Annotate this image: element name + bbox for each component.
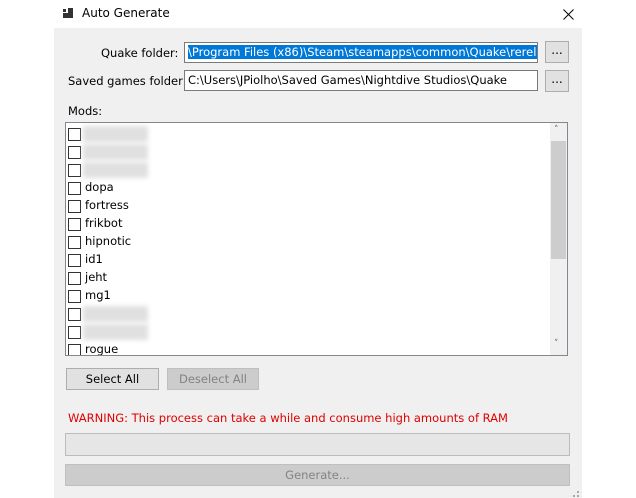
redacted-label	[83, 306, 148, 322]
warning-text: WARNING: This process can take a while a…	[68, 411, 508, 425]
app-icon	[63, 8, 73, 18]
window-title: Auto Generate	[82, 6, 170, 20]
mod-checkbox[interactable]	[68, 182, 81, 195]
quake-folder-value: \Program Files (x86)\Steam\steamapps\com…	[188, 45, 537, 59]
mod-checkbox[interactable]	[68, 344, 81, 355]
saved-games-folder-value: C:\Users\JPiolho\Saved Games\Nightdive S…	[188, 73, 507, 87]
mod-checkbox[interactable]	[68, 218, 81, 231]
mod-item[interactable]: frikbot	[66, 215, 552, 233]
mod-checkbox[interactable]	[68, 254, 81, 267]
select-all-button[interactable]: Select All	[66, 368, 159, 390]
mod-checkbox[interactable]	[68, 308, 81, 321]
mods-checklist[interactable]: dopa fortress frikbot hipnotic id1 jeht mg1 rog…	[65, 122, 568, 356]
scroll-thumb[interactable]	[551, 141, 566, 259]
mod-checkbox[interactable]	[68, 236, 81, 249]
redacted-label	[83, 144, 148, 160]
mod-label: dopa	[85, 180, 114, 194]
quake-folder-input[interactable]: \Program Files (x86)\Steam\steamapps\com…	[184, 42, 538, 63]
saved-games-folder-browse-button[interactable]: ...	[545, 70, 569, 92]
mod-item[interactable]	[66, 143, 552, 161]
mod-item[interactable]	[66, 323, 552, 341]
mod-label: mg1	[85, 288, 111, 302]
mod-item[interactable]	[66, 305, 552, 323]
saved-games-folder-label: Saved games folder:	[68, 74, 187, 88]
mod-item[interactable]	[66, 125, 552, 143]
mod-checkbox[interactable]	[68, 326, 81, 339]
dialog-body: Quake folder: \Program Files (x86)\Steam…	[54, 28, 582, 498]
mod-label: id1	[85, 252, 103, 266]
mod-item[interactable]: id1	[66, 251, 552, 269]
quake-folder-label: Quake folder:	[101, 46, 179, 60]
mod-item[interactable]: jeht	[66, 269, 552, 287]
mod-item[interactable]: rogue	[66, 341, 552, 356]
mod-item[interactable]: hipnotic	[66, 233, 552, 251]
close-button[interactable]	[546, 0, 590, 28]
resize-grip-icon[interactable]	[568, 486, 580, 498]
saved-games-folder-input[interactable]: C:\Users\JPiolho\Saved Games\Nightdive S…	[184, 70, 538, 91]
mod-label: fortress	[85, 198, 129, 212]
redacted-label	[83, 162, 148, 178]
generate-button[interactable]: Generate...	[65, 464, 570, 486]
mod-checkbox[interactable]	[68, 128, 81, 141]
redacted-label	[83, 324, 148, 340]
close-icon	[562, 8, 574, 20]
mod-checkbox[interactable]	[68, 290, 81, 303]
mod-item[interactable]: dopa	[66, 179, 552, 197]
mods-label: Mods:	[68, 104, 103, 118]
scroll-down-icon[interactable]: ˅	[554, 339, 559, 349]
mod-item[interactable]	[66, 161, 552, 179]
quake-folder-browse-button[interactable]: ...	[545, 41, 569, 63]
mod-checkbox[interactable]	[68, 146, 81, 159]
mod-label: hipnotic	[85, 234, 132, 248]
mod-checkbox[interactable]	[68, 200, 81, 213]
redacted-label	[83, 126, 148, 142]
mod-label: rogue	[85, 342, 119, 356]
mod-item[interactable]: mg1	[66, 287, 552, 305]
mod-checkbox[interactable]	[68, 272, 81, 285]
progress-bar	[65, 433, 570, 456]
mods-scrollbar[interactable]: ˄ ˅	[550, 123, 567, 355]
mod-item[interactable]: fortress	[66, 197, 552, 215]
deselect-all-button[interactable]: Deselect All	[167, 368, 259, 390]
scroll-up-icon[interactable]: ˄	[554, 125, 559, 135]
mod-label: jeht	[85, 270, 108, 284]
mod-label: frikbot	[85, 216, 123, 230]
mod-checkbox[interactable]	[68, 164, 81, 177]
title-bar: Auto Generate	[0, 0, 636, 28]
